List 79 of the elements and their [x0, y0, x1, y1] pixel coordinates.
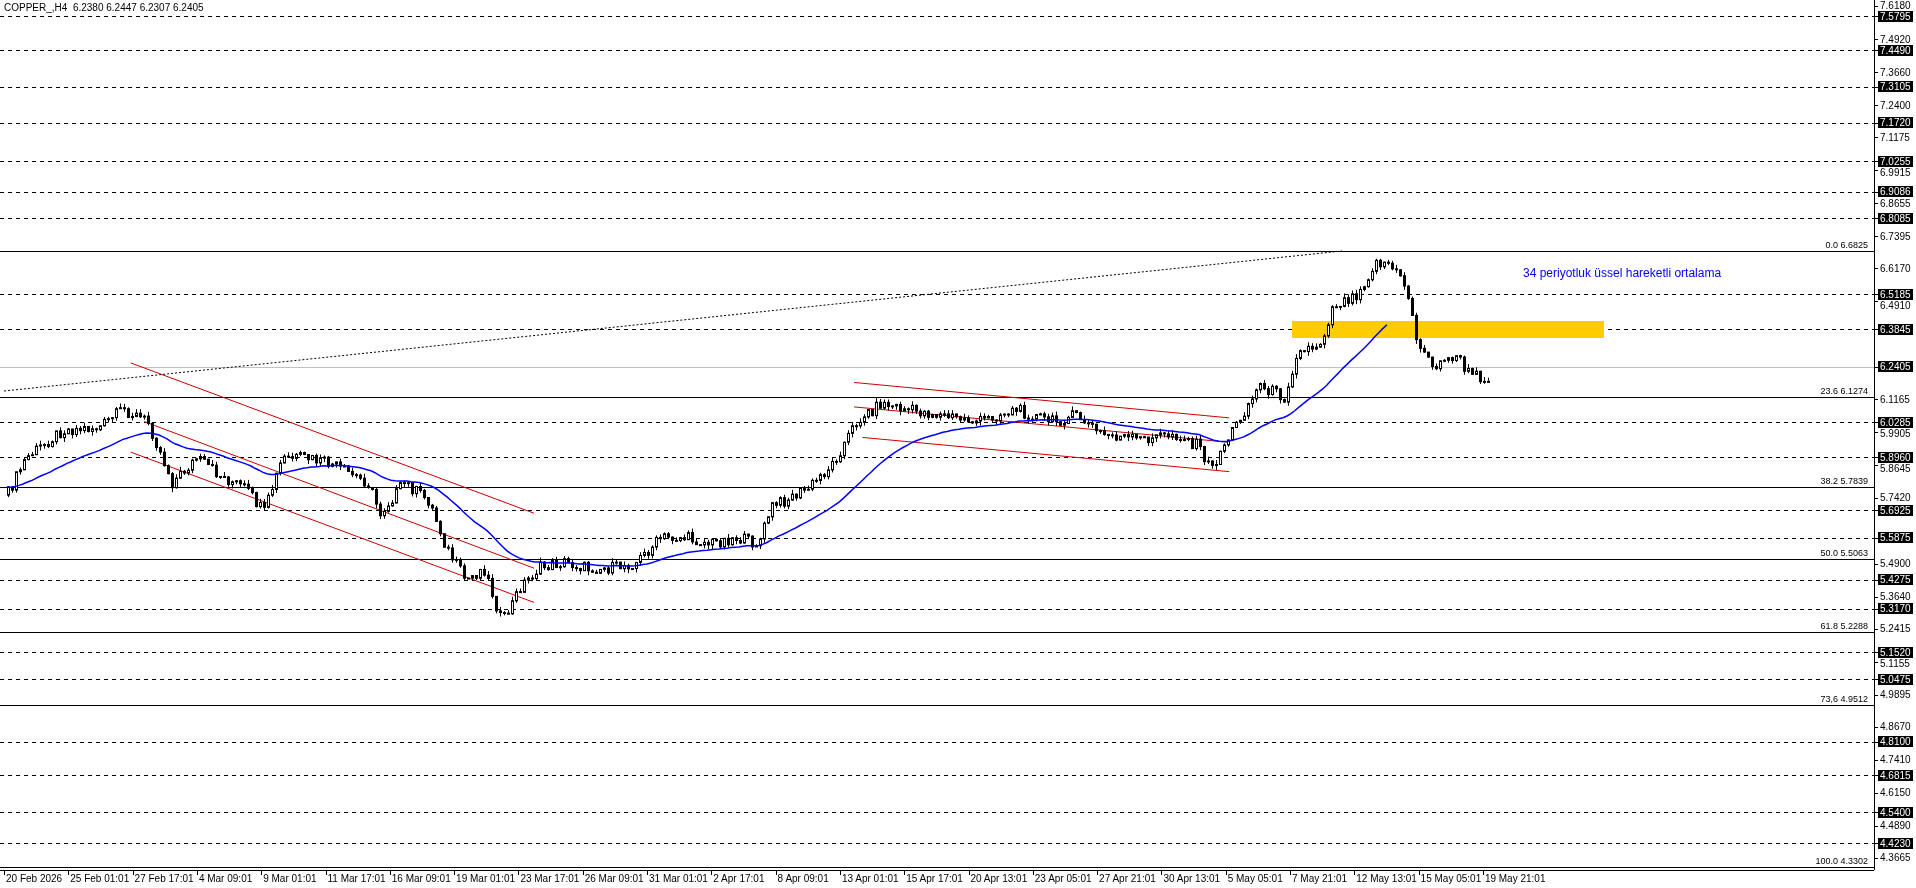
time-label: 16 Mar 09:01: [391, 873, 451, 884]
price-label: 4.3665: [1879, 852, 1912, 864]
price-label: 5.1520: [1878, 646, 1913, 658]
price-label: 7.3105: [1878, 81, 1913, 93]
time-label: 9 Mar 01:01: [263, 873, 317, 884]
time-label: 20 Apr 13:01: [970, 873, 1028, 884]
time-label: 8 Apr 09:01: [777, 873, 829, 884]
price-label: 4.5400: [1878, 806, 1913, 818]
time-label: 7 May 21:01: [1292, 873, 1348, 884]
price-label: 6.9915: [1879, 166, 1912, 178]
time-label: 31 Mar 01:01: [649, 873, 708, 884]
price-label: 5.1155: [1879, 657, 1911, 669]
price-label: 5.5875: [1878, 532, 1913, 544]
price-label: 5.2415: [1879, 623, 1912, 635]
chart-title: COPPER_,H4 6.2380 6.2447 6.2307 6.2405: [4, 2, 204, 13]
price-label: 4.8100: [1878, 736, 1913, 748]
price-label: 7.1720: [1878, 117, 1913, 129]
price-label: 6.5185: [1878, 288, 1913, 300]
fibonacci-label: 23.6 6.1274: [1820, 385, 1868, 396]
price-label: 5.4275: [1878, 574, 1913, 586]
time-label: 23 Mar 17:01: [520, 873, 580, 884]
time-label: 19 May 21:01: [1484, 873, 1546, 884]
time-label: 30 Apr 13:01: [1163, 873, 1221, 884]
price-label: 5.9905: [1879, 427, 1912, 439]
price-label: 7.6180: [1879, 0, 1912, 11]
price-label: 6.2405: [1878, 361, 1913, 373]
price-label: 7.3660: [1879, 66, 1912, 78]
price-label: 6.1165: [1879, 393, 1911, 405]
time-label: 15 Apr 17:01: [906, 873, 963, 884]
price-label: 4.6815: [1878, 769, 1913, 781]
fibonacci-label: 50.0 5.5063: [1820, 548, 1868, 559]
price-label: 4.6150: [1879, 787, 1912, 799]
price-label: 7.2400: [1879, 99, 1912, 111]
time-label: 19 Mar 01:01: [456, 873, 516, 884]
fibonacci-label: 61.8 5.2288: [1820, 620, 1868, 631]
price-label: 5.7420: [1879, 492, 1912, 503]
price-label: 7.5795: [1878, 10, 1913, 22]
price-label: 6.3845: [1878, 323, 1913, 335]
fibonacci-label: 73,6 4.9512: [1820, 693, 1868, 704]
time-label: 15 May 05:01: [1420, 873, 1482, 884]
price-label: 4.9895: [1879, 689, 1912, 701]
time-label: 27 Apr 21:01: [1099, 873, 1156, 884]
price-label: 7.1175: [1879, 131, 1911, 143]
fibonacci-label: 100.0 4.3302: [1815, 856, 1868, 867]
price-label: 4.4230: [1878, 837, 1913, 849]
price-label: 6.6170: [1879, 262, 1912, 274]
price-label: 5.6925: [1878, 504, 1913, 516]
price-label: 6.8655: [1879, 197, 1912, 209]
price-label: 5.8960: [1878, 451, 1913, 463]
price-label: 6.7395: [1879, 230, 1912, 242]
price-label: 4.8670: [1879, 721, 1912, 733]
time-label: 4 Mar 09:01: [198, 873, 253, 884]
time-label: 27 Feb 17:01: [134, 873, 194, 884]
time-label: 11 Mar 17:01: [327, 873, 386, 884]
time-label: 5 May 05:01: [1227, 873, 1283, 884]
fibonacci-label: 0.0 6.6825: [1825, 240, 1868, 251]
fibonacci-label: 38.2 5.7839: [1820, 475, 1868, 486]
price-label: 6.9086: [1878, 186, 1913, 198]
time-label: 13 Apr 01:01: [841, 873, 899, 884]
annotation-text: 34 periyotluk üssel hareketli ortalama: [1523, 266, 1722, 280]
price-label: 6.4910: [1879, 299, 1912, 311]
price-label: 5.3170: [1878, 603, 1913, 615]
time-label: 23 Apr 05:01: [1034, 873, 1092, 884]
price-label: 6.8085: [1878, 212, 1913, 224]
time-label: 20 Feb 2026: [6, 873, 63, 884]
price-label: 4.4890: [1879, 820, 1912, 832]
price-label: 5.0475: [1878, 673, 1913, 685]
price-label: 5.4900: [1879, 558, 1912, 570]
price-label: 7.4920: [1879, 33, 1912, 45]
price-label: 5.8645: [1879, 462, 1912, 474]
price-label: 7.4490: [1878, 44, 1913, 56]
time-label: 26 Mar 09:01: [584, 873, 644, 884]
price-label: 4.7410: [1879, 754, 1912, 766]
time-label: 25 Feb 01:01: [70, 873, 130, 884]
price-label: 6.0285: [1878, 416, 1913, 428]
price-label: 7.0255: [1878, 155, 1913, 167]
time-label: 2 Apr 17:01: [713, 873, 765, 884]
time-label: 12 May 13:01: [1356, 873, 1417, 884]
price-label: 5.3640: [1879, 591, 1912, 603]
